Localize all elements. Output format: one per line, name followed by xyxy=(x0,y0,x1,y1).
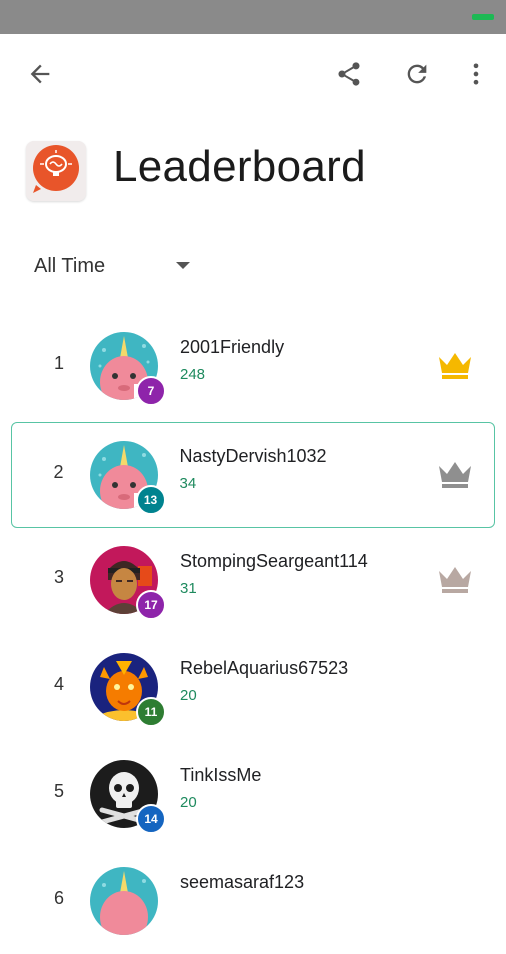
brain-logo-icon xyxy=(26,141,86,201)
back-button[interactable] xyxy=(20,54,60,94)
player-name: StompingSeargeant114 xyxy=(180,551,368,571)
battery-icon xyxy=(472,14,494,20)
share-icon xyxy=(338,62,360,86)
leaderboard-row[interactable]: 1 7 2001Friendly 248 xyxy=(11,313,495,419)
player-score: 20 xyxy=(180,794,197,811)
level-badge: 7 xyxy=(136,376,166,406)
player-name: 2001Friendly xyxy=(180,337,285,357)
level-badge: 17 xyxy=(136,590,166,620)
level-badge: 13 xyxy=(135,484,166,515)
player-name: NastyDervish1032 xyxy=(179,445,327,466)
leaderboard-row[interactable]: 3 17 StompingSeargeant114 31 xyxy=(11,527,495,633)
caret-down-icon xyxy=(176,262,190,269)
time-filter-label: All Time xyxy=(34,254,106,277)
gold-crown-icon xyxy=(439,353,471,379)
player-score: 20 xyxy=(180,687,197,704)
leaderboard-row[interactable]: 4 11 RebelAquarius67523 20 xyxy=(11,634,495,740)
refresh-button[interactable] xyxy=(397,54,437,94)
more-options-button[interactable] xyxy=(456,54,496,94)
bronze-crown-icon xyxy=(439,567,471,593)
level-badge: 11 xyxy=(136,697,166,727)
more-vert-icon xyxy=(473,63,479,85)
refresh-icon xyxy=(407,64,427,84)
player-name: TinkIssMe xyxy=(180,765,262,785)
page-title: Leaderboard xyxy=(113,142,366,191)
level-badge: 14 xyxy=(136,804,166,834)
player-name: seemasaraf123 xyxy=(180,872,305,892)
status-bar xyxy=(0,0,506,34)
player-score: 248 xyxy=(180,366,206,383)
silver-crown-icon xyxy=(438,461,471,488)
time-filter-dropdown[interactable]: All Time xyxy=(34,246,204,286)
title-row: Leaderboard xyxy=(0,136,506,206)
leaderboard-row[interactable]: 6 seemasaraf123 xyxy=(11,848,495,954)
share-button[interactable] xyxy=(329,54,369,94)
player-name: RebelAquarius67523 xyxy=(180,658,349,678)
narwhal-avatar-icon xyxy=(90,867,158,935)
app-bar xyxy=(0,34,506,114)
player-score: 34 xyxy=(179,474,197,492)
player-score: 31 xyxy=(180,580,197,597)
app-logo xyxy=(26,141,86,201)
leaderboard-row-current-user[interactable]: 2 13 NastyDervish1032 34 xyxy=(11,422,495,528)
avatar xyxy=(90,867,158,935)
arrow-back-icon xyxy=(30,64,50,84)
leaderboard-row[interactable]: 5 14 TinkIssMe 20 xyxy=(11,741,495,847)
